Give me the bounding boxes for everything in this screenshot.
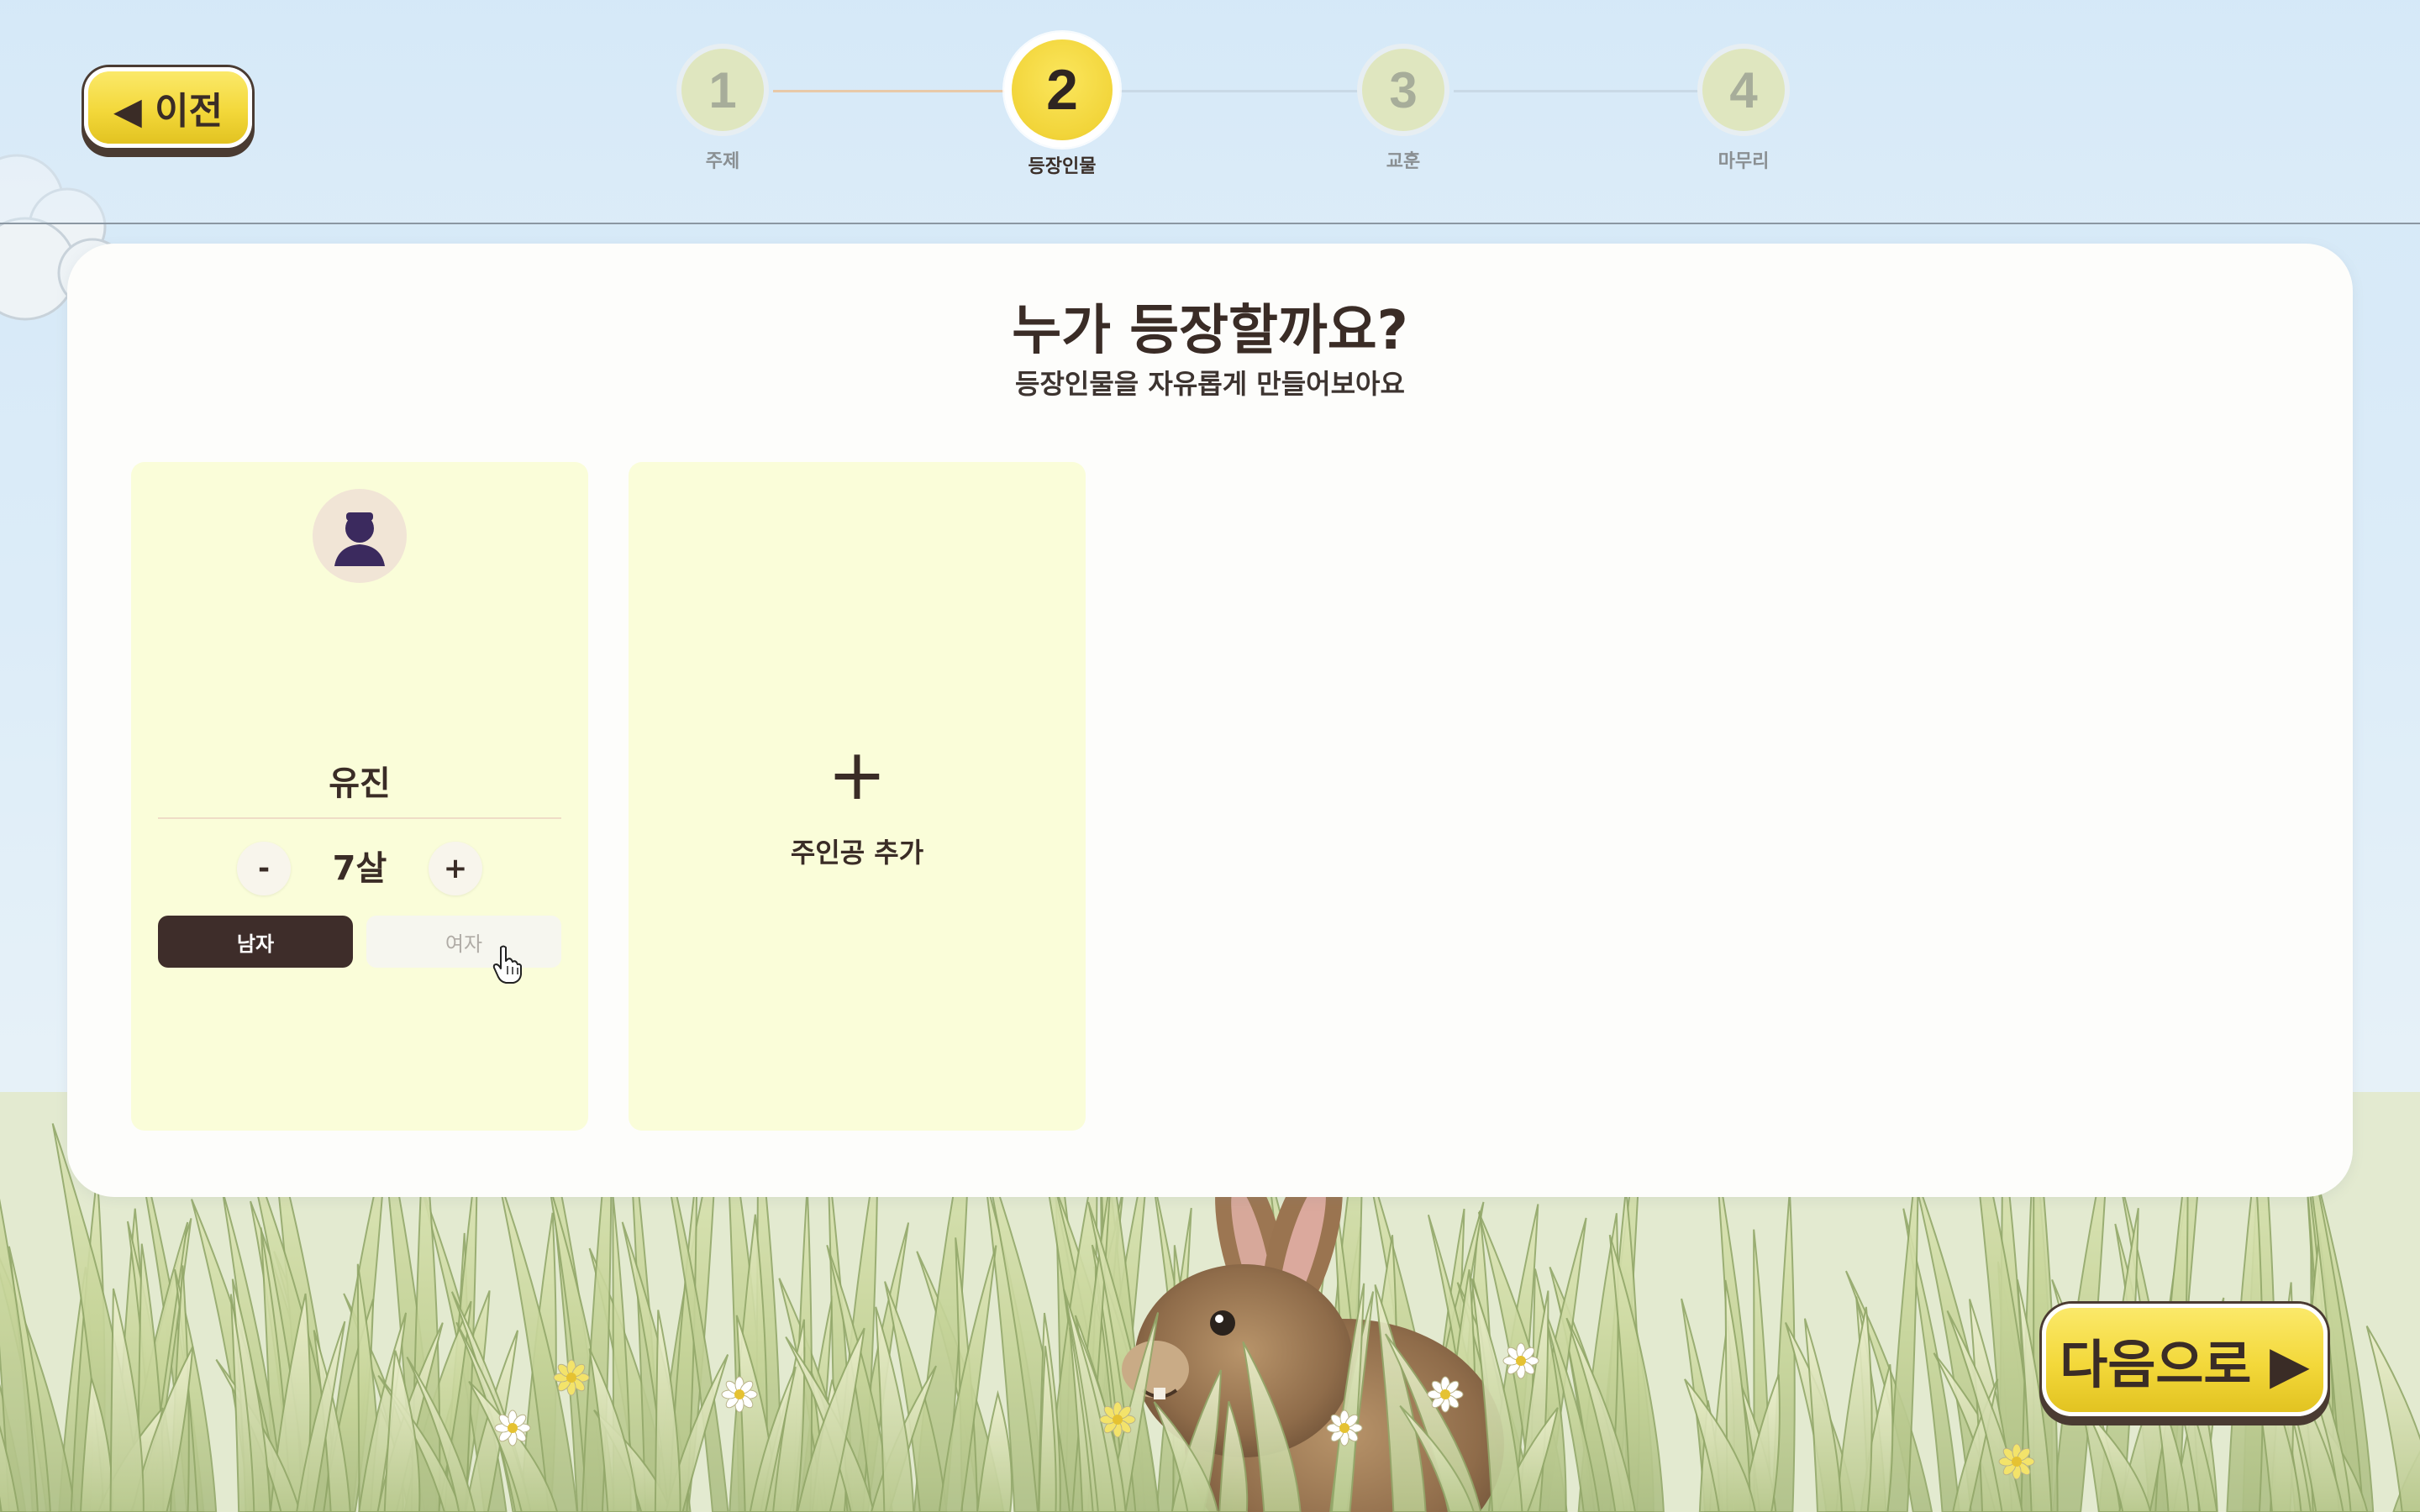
age-value: 7살 bbox=[332, 849, 387, 888]
step-number: 3 bbox=[1357, 44, 1449, 136]
step-number: 1 bbox=[676, 44, 769, 136]
step-label: 주제 bbox=[705, 151, 740, 172]
page-subtitle: 등장인물을 자유롭게 만들어보아요 bbox=[1015, 368, 1405, 400]
main-panel: 누가 등장할까요? 등장인물을 자유롭게 만들어보아요 유진 - 7살 + 남자… bbox=[67, 244, 2353, 1197]
page-title: 누가 등장할까요? bbox=[1012, 300, 1408, 362]
character-card: 유진 - 7살 + 남자 여자 bbox=[131, 462, 588, 1131]
step-3[interactable]: 3 교훈 bbox=[1353, 44, 1454, 173]
gender-female-button[interactable]: 여자 bbox=[366, 916, 561, 968]
hand-cursor-icon bbox=[492, 945, 522, 984]
avatar[interactable] bbox=[313, 489, 407, 583]
character-name[interactable]: 유진 bbox=[131, 756, 588, 805]
divider bbox=[158, 817, 561, 819]
step-label: 등장인물 bbox=[1028, 156, 1097, 177]
step-4[interactable]: 4 마무리 bbox=[1693, 44, 1794, 173]
step-2[interactable]: 2 등장인물 bbox=[1004, 32, 1120, 178]
step-connector bbox=[1118, 90, 1361, 92]
step-label: 교훈 bbox=[1386, 151, 1421, 172]
gender-male-button[interactable]: 남자 bbox=[158, 916, 353, 968]
step-connector bbox=[1454, 90, 1706, 92]
step-number: 2 bbox=[1004, 32, 1120, 148]
next-button[interactable]: 다음으로 ▶ bbox=[2042, 1304, 2328, 1416]
step-label: 마무리 bbox=[1718, 151, 1770, 172]
age-increase-button[interactable]: + bbox=[429, 842, 482, 895]
step-header: ◀ 이전 1 주제 2 등장인물 3 교훈 4 마무리 bbox=[0, 0, 2420, 224]
add-character-card[interactable]: + 주인공 추가 bbox=[629, 462, 1086, 1131]
age-decrease-button[interactable]: - bbox=[237, 842, 291, 895]
prev-button[interactable]: ◀ 이전 bbox=[84, 67, 252, 148]
add-character-label: 주인공 추가 bbox=[790, 837, 924, 869]
step-1[interactable]: 1 주제 bbox=[672, 44, 773, 173]
step-number: 4 bbox=[1697, 44, 1790, 136]
plus-icon: + bbox=[827, 733, 887, 816]
person-icon bbox=[334, 512, 385, 566]
step-connector bbox=[773, 90, 1017, 92]
